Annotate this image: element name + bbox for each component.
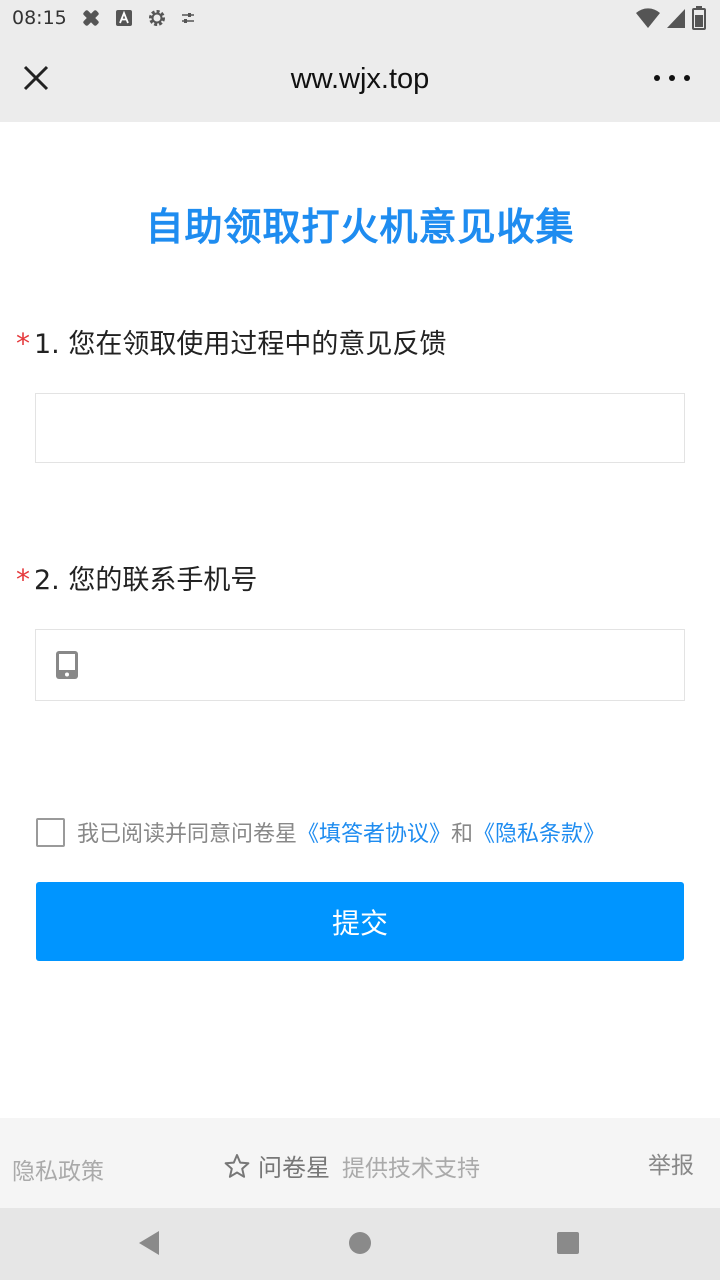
home-icon[interactable]: [349, 1232, 371, 1254]
phone-number-input[interactable]: [35, 629, 685, 701]
status-bar: 08:15: [0, 0, 720, 36]
question-1-label: 1. 您在领取使用过程中的意见反馈: [34, 329, 447, 360]
status-icons-right: [636, 6, 706, 30]
report-link[interactable]: 举报: [648, 1146, 694, 1180]
settings-icon: [148, 10, 165, 26]
browser-title-bar: ww.wjx.top: [0, 36, 720, 122]
status-time: 08:15: [12, 7, 67, 29]
required-mark: *: [16, 327, 30, 360]
question-1: * 1. 您在领取使用过程中的意见反馈: [16, 322, 446, 361]
back-icon[interactable]: [138, 1230, 160, 1256]
phone-icon: [56, 651, 78, 679]
recent-apps-icon[interactable]: [557, 1232, 579, 1254]
respondent-agreement-link[interactable]: 《填答者协议》: [297, 816, 451, 848]
submit-button[interactable]: 提交: [36, 882, 684, 961]
required-mark: *: [16, 563, 30, 596]
star-icon: [224, 1153, 250, 1178]
question-2: * 2. 您的联系手机号: [16, 558, 257, 597]
privacy-policy-link[interactable]: 隐私政策: [12, 1152, 104, 1186]
agreement-text: 我已阅读并同意问卷星: [77, 822, 298, 847]
wifi-icon: [636, 8, 660, 28]
medical-icon: [83, 10, 99, 26]
agreement-row: 我已阅读并同意问卷星 《填答者协议》 和 《隐私条款》: [36, 816, 605, 848]
brand-name: 问卷星: [258, 1154, 330, 1182]
close-icon[interactable]: [18, 60, 54, 96]
more-icon[interactable]: [654, 70, 690, 86]
question-2-label: 2. 您的联系手机号: [34, 565, 258, 596]
privacy-terms-link[interactable]: 《隐私条款》: [473, 816, 605, 848]
status-icons-left: [81, 8, 195, 28]
footer: 隐私政策 问卷星 提供技术支持 举报: [0, 1118, 720, 1208]
font-a-icon: [115, 10, 132, 26]
tune-icon: [181, 13, 194, 23]
brand-support-text: 提供技术支持: [342, 1155, 480, 1182]
brand: 问卷星 提供技术支持: [224, 1148, 480, 1183]
agreement-conjunction: 和: [451, 822, 474, 847]
page-url: ww.wjx.top: [290, 62, 430, 95]
feedback-input[interactable]: [35, 393, 685, 463]
battery-icon: [692, 6, 706, 30]
signal-icon: [667, 9, 685, 28]
system-nav-bar: [0, 1208, 720, 1280]
agreement-checkbox[interactable]: [36, 817, 65, 847]
survey-title: 自助领取打火机意见收集: [145, 205, 575, 249]
